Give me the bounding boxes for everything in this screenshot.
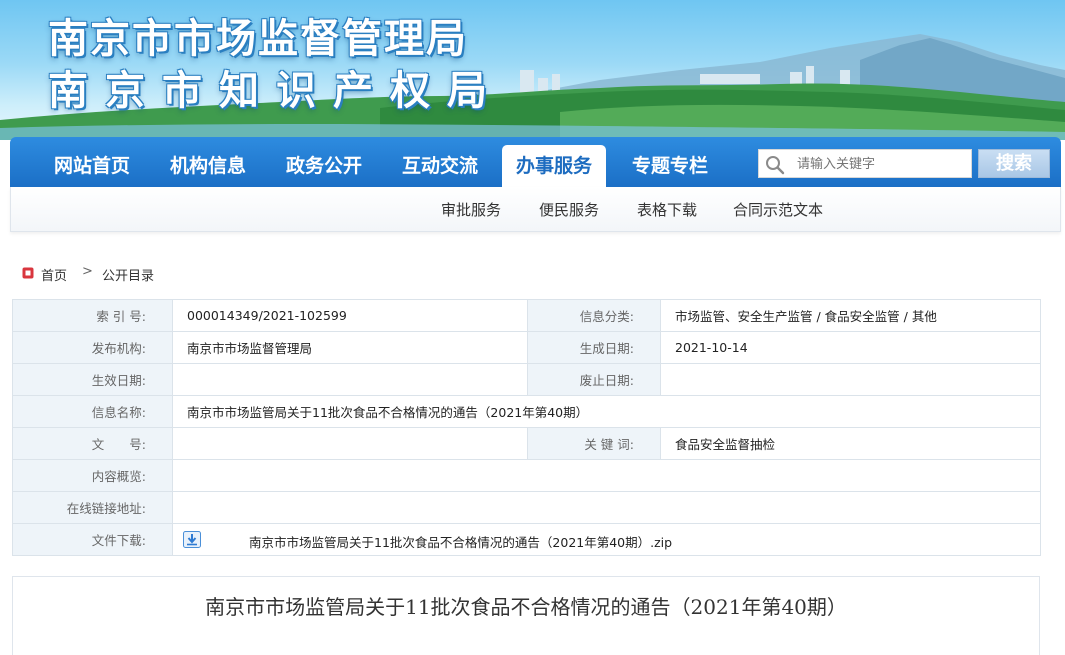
search-box <box>758 149 972 178</box>
summary-value <box>172 459 1041 492</box>
subnav-item-approval[interactable]: 审批服务 <box>441 199 501 220</box>
article-panel: 南京市市场监管局关于11批次食品不合格情况的通告（2021年第40期） <box>12 576 1040 655</box>
sub-nav: 审批服务 便民服务 表格下载 合同示范文本 <box>10 187 1061 232</box>
table-row: 发布机构: 南京市市场监督管理局 生成日期: 2021-10-14 <box>12 331 1041 364</box>
document-number-value <box>172 427 528 460</box>
nav-item-home[interactable]: 网站首页 <box>40 145 144 187</box>
file-download-cell: 南京市市场监管局关于11批次食品不合格情况的通告（2021年第40期）.zip <box>172 523 1041 556</box>
subnav-item-convenience[interactable]: 便民服务 <box>539 199 599 220</box>
article-title: 南京市市场监管局关于11批次食品不合格情况的通告（2021年第40期） <box>205 595 847 619</box>
breadcrumb-current[interactable]: 公开目录 <box>102 265 154 284</box>
search-button[interactable]: 搜索 <box>978 149 1050 178</box>
download-icon[interactable] <box>183 531 201 548</box>
category-value: 市场监管、安全生产监管 / 食品安全监管 / 其他 <box>660 299 1041 332</box>
online-link-value <box>172 491 1041 524</box>
table-row: 内容概览: <box>12 459 1041 492</box>
nav-item-special-topics[interactable]: 专题专栏 <box>618 145 722 187</box>
effective-date-label: 生效日期: <box>12 363 173 396</box>
keywords-value: 食品安全监督抽检 <box>660 427 1041 460</box>
table-row: 文 号: 关 键 词: 食品安全监督抽检 <box>12 427 1041 460</box>
created-date-value: 2021-10-14 <box>660 331 1041 364</box>
category-label: 信息分类: <box>527 299 661 332</box>
index-value: 000014349/2021-102599 <box>172 299 528 332</box>
expire-date-label: 废止日期: <box>527 363 661 396</box>
subnav-item-form-download[interactable]: 表格下载 <box>637 199 697 220</box>
breadcrumb-home-icon <box>22 267 34 279</box>
nav-item-services[interactable]: 办事服务 <box>502 145 606 187</box>
created-date-label: 生成日期: <box>527 331 661 364</box>
nav-item-government-affairs[interactable]: 政务公开 <box>272 145 376 187</box>
nav-item-organization[interactable]: 机构信息 <box>156 145 260 187</box>
breadcrumb-home[interactable]: 首页 <box>41 265 67 284</box>
effective-date-value <box>172 363 528 396</box>
main-nav: 网站首页 机构信息 政务公开 互动交流 办事服务 专题专栏 搜索 <box>10 137 1061 187</box>
index-label: 索 引 号: <box>12 299 173 332</box>
download-file-link[interactable]: 南京市市场监管局关于11批次食品不合格情况的通告（2021年第40期）.zip <box>249 532 672 551</box>
document-number-label: 文 号: <box>12 427 173 460</box>
nav-item-interaction[interactable]: 互动交流 <box>388 145 492 187</box>
summary-label: 内容概览: <box>12 459 173 492</box>
expire-date-value <box>660 363 1041 396</box>
publisher-label: 发布机构: <box>12 331 173 364</box>
info-name-label: 信息名称: <box>12 395 173 428</box>
publisher-value: 南京市市场监督管理局 <box>172 331 528 364</box>
table-row: 信息名称: 南京市市场监管局关于11批次食品不合格情况的通告（2021年第40期… <box>12 395 1041 428</box>
table-row: 文件下载: 南京市市场监管局关于11批次食品不合格情况的通告（2021年第40期… <box>12 523 1041 556</box>
table-row: 索 引 号: 000014349/2021-102599 信息分类: 市场监管、… <box>12 299 1041 332</box>
table-row: 生效日期: 废止日期: <box>12 363 1041 396</box>
table-row: 在线链接地址: <box>12 491 1041 524</box>
site-banner: 南京市市场监督管理局 南京市知识产权局 <box>0 0 1065 140</box>
site-title-line-2: 南京市知识产权局 <box>48 67 504 114</box>
keywords-label: 关 键 词: <box>527 427 661 460</box>
subnav-item-contract-templates[interactable]: 合同示范文本 <box>733 199 823 220</box>
file-download-label: 文件下载: <box>12 523 173 556</box>
breadcrumb-separator: > <box>82 264 93 279</box>
online-link-label: 在线链接地址: <box>12 491 173 524</box>
info-table: 索 引 号: 000014349/2021-102599 信息分类: 市场监管、… <box>12 299 1041 556</box>
search-input[interactable] <box>797 153 967 175</box>
info-name-value: 南京市市场监管局关于11批次食品不合格情况的通告（2021年第40期） <box>172 395 1041 428</box>
site-title-line-1: 南京市市场监督管理局 <box>48 15 468 62</box>
search-icon <box>766 156 785 175</box>
